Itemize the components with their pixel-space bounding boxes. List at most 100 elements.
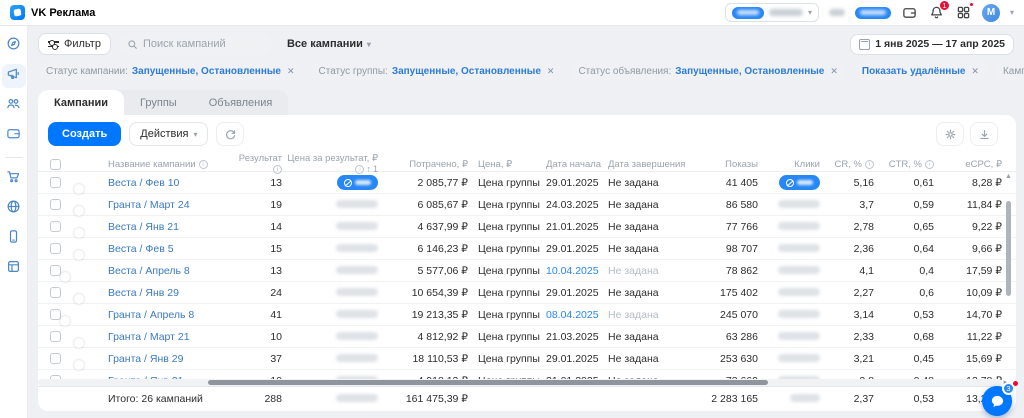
table-row[interactable]: Веста / Фев 10 13 2 085,77 ₽ Цена группы… [38,172,1016,194]
campaign-name-link[interactable]: Веста / Янв 21 [108,221,230,233]
campaign-name-link[interactable]: Гранта / Март 24 [108,199,230,211]
scope-select[interactable]: Все кампании ▾ [287,38,371,50]
cost-per-result-value [282,353,378,365]
cost-per-result-value [282,175,378,190]
scroll-up-icon[interactable]: ▲ [1004,173,1013,180]
refresh-button[interactable] [216,122,244,146]
table-settings-button[interactable] [936,122,964,146]
globe-icon [6,199,21,219]
sidebar-item-catalog[interactable] [2,257,26,281]
result-value: 15 [230,243,282,255]
tab-объявления[interactable]: Объявления [193,90,289,115]
vertical-scroll-thumb[interactable] [1006,201,1011,296]
sidebar-item-budget[interactable] [2,124,26,148]
notifications-bell-icon[interactable]: 1 [928,4,945,21]
close-icon[interactable]: ✕ [971,66,979,77]
table-row[interactable]: Гранта / Март 24 19 6 085,67 ₽ Цена груп… [38,194,1016,216]
cards-icon [6,259,21,279]
date-range-button[interactable]: 1 янв 2025 — 17 апр 2025 [850,34,1014,55]
col-campaign-name[interactable]: Название кампанииi [108,159,230,170]
col-spent[interactable]: Потрачено, ₽ [378,159,468,170]
tab-кампании[interactable]: Кампании [38,90,124,115]
redacted-value [778,200,820,208]
table-row[interactable]: Гранта / Янв 29 37 18 110,53 ₽ Цена груп… [38,348,1016,370]
price-type-value: Цена группы [468,309,546,321]
sidebar-item-campaigns[interactable] [2,64,26,88]
sidebar-item-overview[interactable] [2,34,26,58]
campaign-name-link[interactable]: Веста / Фев 10 [108,177,230,189]
download-icon [978,128,991,141]
col-impressions[interactable]: Показы [688,159,758,170]
result-value: 19 [230,199,282,211]
close-icon[interactable]: ✕ [287,66,295,77]
close-icon[interactable]: ✕ [830,66,838,77]
megaphone-icon [6,66,21,86]
filter-button[interactable]: Фильтр [38,33,111,55]
filter-chip[interactable]: Показать удалённые ✕ [854,62,987,80]
table-row[interactable]: Гранта / Апрель 8 41 19 213,35 ₽ Цена гр… [38,304,1016,326]
campaign-name-link[interactable]: Гранта / Апрель 8 [108,309,230,321]
actions-button[interactable]: Действия ▾ [129,122,208,146]
row-checkbox[interactable] [50,243,61,254]
campaign-name-link[interactable]: Гранта / Янв 29 [108,353,230,365]
col-ctr[interactable]: CTR, %i [874,159,934,170]
col-end-date[interactable]: Дата завершения [608,159,688,170]
tab-группы[interactable]: Группы [124,90,193,115]
profile-chevron-down-icon[interactable]: ▾ [1010,8,1014,17]
apps-grid-icon[interactable] [955,4,972,21]
clicks-value [758,353,820,365]
campaign-name-link[interactable]: Веста / Апрель 8 [108,265,230,277]
vertical-scrollbar[interactable]: ▲ ▼ [1004,173,1013,399]
filter-chip[interactable]: Статус объявления: Запущенные, Остановле… [570,62,845,80]
brand[interactable]: VK Реклама [10,5,95,20]
horizontal-scroll-thumb[interactable] [208,380,768,385]
row-checkbox[interactable] [50,177,61,188]
table-row[interactable]: Гранта / Март 21 10 4 812,92 ₽ Цена груп… [38,326,1016,348]
search-input[interactable] [143,38,253,50]
campaign-name-link[interactable]: Веста / Фев 5 [108,243,230,255]
filter-chip[interactable]: Кампания не содержит: Сервис ✕ [995,62,1024,80]
table-row[interactable]: Веста / Янв 21 14 4 637,99 ₽ Цена группы… [38,216,1016,238]
col-clicks[interactable]: Клики [758,159,820,170]
search-box[interactable] [119,33,271,55]
impressions-value: 63 286 [688,331,758,343]
campaign-name-link[interactable]: Гранта / Март 21 [108,331,230,343]
row-checkbox[interactable] [50,287,61,298]
price-type-value: Цена группы [468,243,546,255]
table-row[interactable]: Веста / Янв 29 24 10 654,39 ₽ Цена групп… [38,282,1016,304]
clicks-value [758,199,820,211]
row-checkbox[interactable] [50,199,61,210]
sidebar-item-sites[interactable] [2,197,26,221]
cabinet-select[interactable]: ▾ [725,3,819,22]
row-checkbox[interactable] [50,309,61,320]
row-checkbox[interactable] [50,265,61,276]
col-cr[interactable]: CR, %i [820,159,874,170]
eye-off-icon [786,179,794,187]
impressions-value: 41 405 [688,177,758,189]
sidebar-item-mobile-apps[interactable] [2,227,26,251]
table-row[interactable]: Веста / Фев 5 15 6 146,23 ₽ Цена группы … [38,238,1016,260]
export-button[interactable] [970,122,998,146]
campaign-name-link[interactable]: Веста / Янв 29 [108,287,230,299]
support-chat-button[interactable]: 3 [982,386,1012,416]
col-price[interactable]: Цена, ₽ [468,159,546,170]
row-checkbox[interactable] [50,353,61,364]
horizontal-scrollbar[interactable]: ◀ ▶ [38,379,1002,386]
row-checkbox[interactable] [50,331,61,342]
close-icon[interactable]: ✕ [547,66,555,77]
filter-chip[interactable]: Статус кампании: Запущенные, Остановленн… [38,62,303,80]
table-row[interactable]: Веста / Апрель 8 13 5 577,06 ₽ Цена груп… [38,260,1016,282]
sidebar-item-audience[interactable] [2,94,26,118]
wallet-icon[interactable] [901,4,918,21]
avatar[interactable]: M [982,4,1000,22]
filter-chip[interactable]: Статус группы: Запущенные, Остановленные… [311,62,563,80]
cabinet-name-redacted [769,9,803,16]
sidebar-item-ecommerce[interactable] [2,167,26,191]
redacted-value [336,266,378,274]
row-checkbox[interactable] [50,221,61,232]
eye-off-icon [344,179,352,187]
col-ecpc[interactable]: eCPC, ₽ [934,159,1002,170]
col-start-date[interactable]: Дата начала [546,159,608,170]
select-all-checkbox[interactable] [50,159,61,170]
create-button[interactable]: Создать [48,122,121,146]
